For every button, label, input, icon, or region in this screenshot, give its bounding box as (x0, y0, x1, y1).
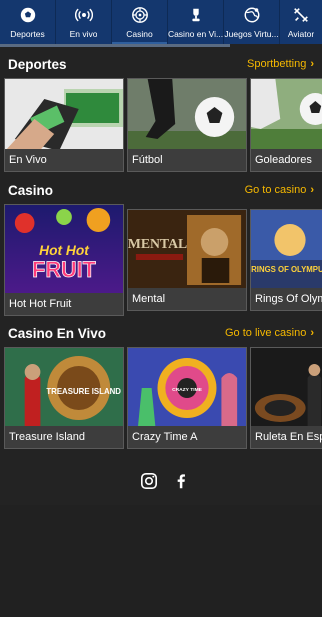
nav-item-casino-en-vivo[interactable]: Casino en Vi... (168, 0, 224, 44)
card-crazy-time-a[interactable]: CRAZY TIME Crazy Time A (127, 347, 247, 449)
en-vivo-image (5, 79, 123, 151)
instagram-icon[interactable] (140, 472, 158, 490)
ruleta-image (251, 348, 322, 428)
card-label: Ruleta En Español (251, 426, 322, 448)
card-en-vivo[interactable]: En Vivo (4, 78, 124, 172)
treasure-island-image: TREASURE ISLAND (5, 348, 123, 428)
sportbetting-link[interactable]: Sportbetting › (247, 58, 314, 70)
nav-label: Aviator (287, 29, 315, 39)
card-label: En Vivo (5, 149, 123, 171)
nav-label: En vivo (69, 29, 98, 39)
svg-text:TREASURE ISLAND: TREASURE ISLAND (46, 387, 121, 396)
nav-label: Juegos Virtu... (224, 29, 279, 39)
section-title: Casino En Vivo (8, 326, 107, 341)
card-label: Crazy Time A (128, 426, 246, 448)
footer-area (0, 505, 322, 617)
nav-item-deportes[interactable]: Deportes (0, 0, 56, 44)
card-label: Rings Of Olympus (251, 288, 322, 310)
crazy-time-image: CRAZY TIME (128, 348, 246, 428)
section-header-deportes: Deportes Sportbetting › (0, 57, 322, 77)
mental-image: MENTAL (128, 210, 246, 290)
section-title: Casino (8, 183, 54, 198)
card-ruleta-en-espanol[interactable]: Ruleta En Español (250, 347, 322, 449)
roulette-icon (131, 7, 148, 23)
hot-hot-fruit-image: Hot Hot FRUIT (5, 205, 123, 295)
nav-scrollbar[interactable] (0, 44, 230, 47)
facebook-icon[interactable] (172, 472, 190, 490)
nav-item-en-vivo[interactable]: En vivo (56, 0, 112, 44)
live-signal-icon (74, 8, 93, 22)
nav-item-juegos-virtuales[interactable]: Juegos Virtu... (224, 0, 280, 44)
card-treasure-island[interactable]: TREASURE ISLAND Treasure Island (4, 347, 124, 449)
svg-text:FRUIT: FRUIT (32, 257, 96, 282)
svg-text:RINGS OF OLYMPUS: RINGS OF OLYMPUS (251, 265, 322, 274)
card-goleadores[interactable]: Goleadores (250, 78, 322, 172)
card-label: Treasure Island (5, 426, 123, 448)
card-mental[interactable]: MENTAL Mental (127, 209, 247, 311)
plane-icon (294, 8, 308, 22)
globe-icon (244, 7, 259, 23)
section-header-casino-en-vivo: Casino En Vivo Go to live casino › (0, 326, 322, 346)
trophy-icon (191, 8, 200, 22)
card-rings-of-olympus[interactable]: RINGS OF OLYMPUS Rings Of Olympus (250, 209, 322, 311)
card-hot-hot-fruit[interactable]: Hot Hot FRUIT Hot Hot Fruit (4, 204, 124, 316)
social-links (140, 472, 190, 490)
card-label: Fútbol (128, 149, 246, 171)
go-to-casino-link[interactable]: Go to casino › (245, 184, 314, 196)
nav-label: Casino en Vi... (168, 29, 224, 39)
card-label: Hot Hot Fruit (5, 293, 123, 315)
card-label: Mental (128, 288, 246, 310)
card-futbol[interactable]: Fútbol (127, 78, 247, 172)
nav-item-casino[interactable]: Casino (112, 0, 168, 44)
nav-label: Casino (126, 29, 153, 39)
section-title: Deportes (8, 57, 67, 72)
nav-item-aviator[interactable]: Aviator (280, 0, 322, 44)
section-header-casino: Casino Go to casino › (0, 183, 322, 203)
rings-of-olympus-image: RINGS OF OLYMPUS (251, 210, 322, 290)
go-to-live-casino-link[interactable]: Go to live casino › (225, 327, 314, 339)
svg-text:MENTAL: MENTAL (128, 237, 187, 252)
top-navigation: Deportes En vivo Casino Casino en Vi... … (0, 0, 322, 44)
futbol-image (128, 79, 246, 151)
goleadores-image (251, 79, 322, 151)
svg-text:Hot Hot: Hot Hot (39, 242, 90, 258)
svg-text:CRAZY TIME: CRAZY TIME (172, 387, 203, 393)
card-label: Goleadores (251, 149, 322, 171)
nav-label: Deportes (10, 29, 45, 39)
soccer-ball-icon (20, 7, 35, 23)
